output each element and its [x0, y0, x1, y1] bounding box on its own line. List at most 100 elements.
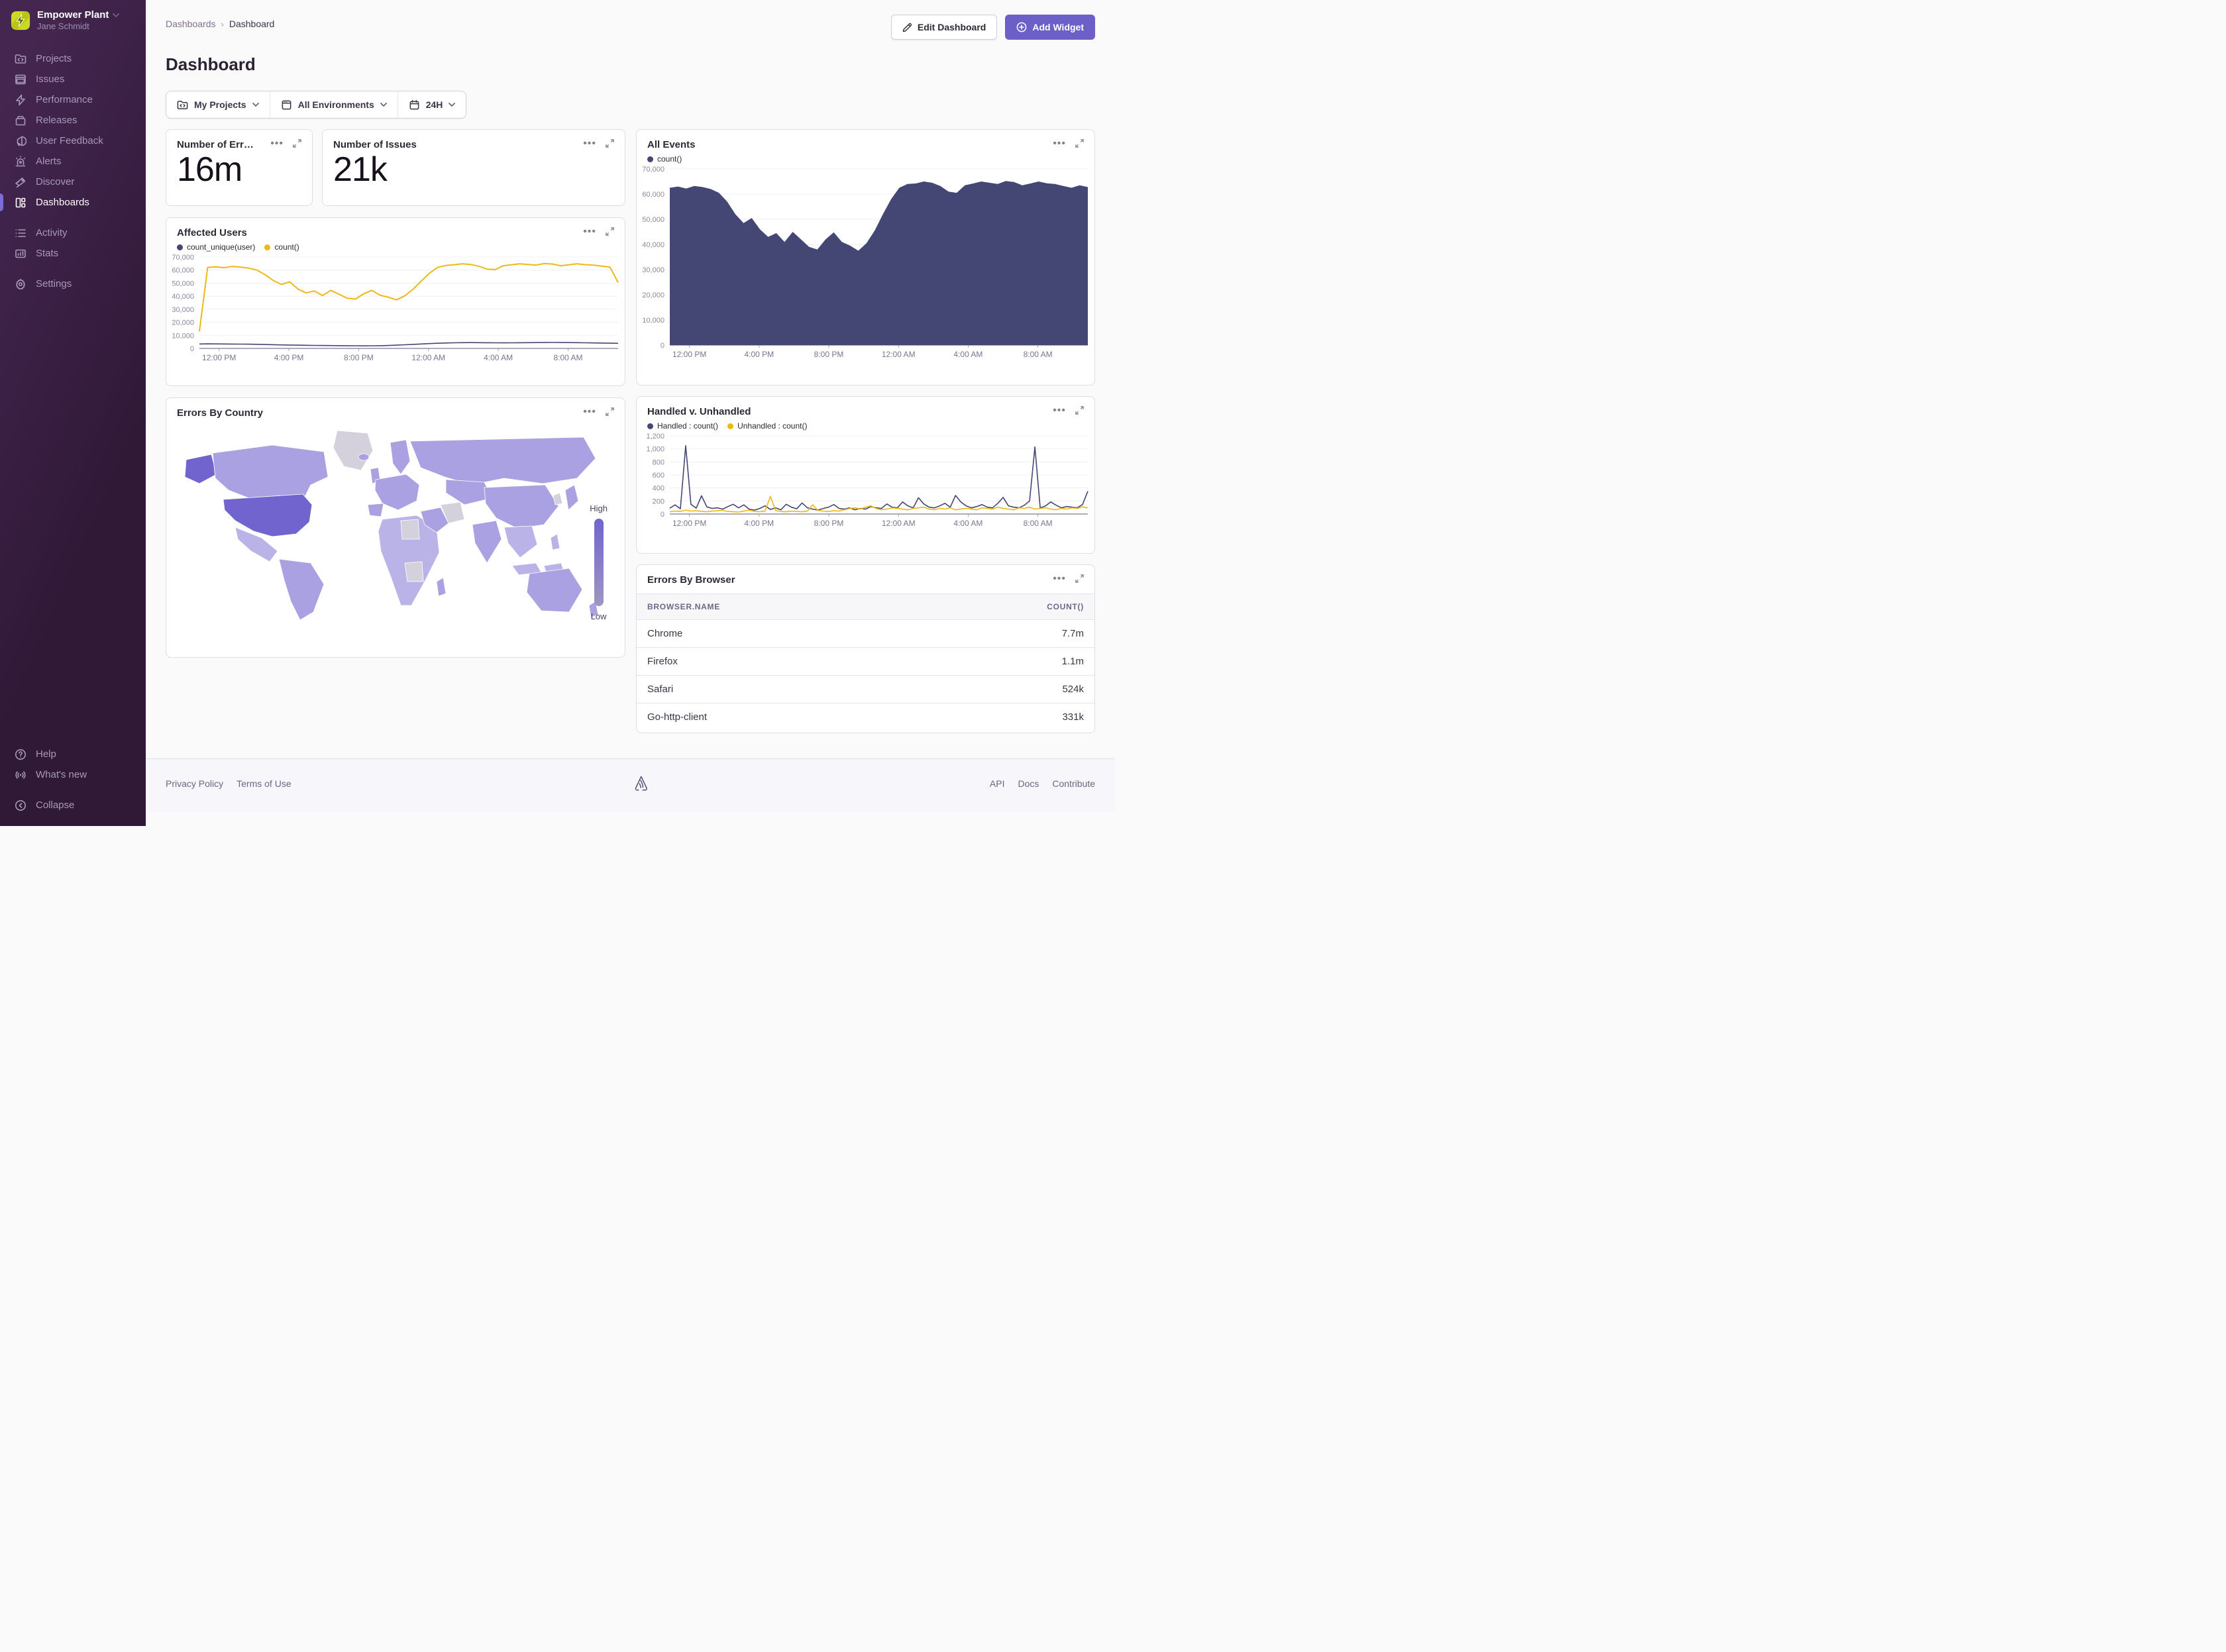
widget-number-of-issues: Number of Issues ••• 21k: [322, 129, 625, 206]
svg-text:12:00 AM: 12:00 AM: [411, 353, 445, 362]
expand-icon[interactable]: [606, 407, 614, 416]
all-events-chart[interactable]: 010,00020,00030,00040,00050,00060,00070,…: [637, 164, 1094, 362]
sidebar-item-performance[interactable]: Performance: [0, 89, 146, 110]
table-row[interactable]: Firefox1.1m: [637, 648, 1094, 676]
sidebar-item-label: Performance: [36, 94, 93, 105]
docs-link[interactable]: Docs: [1018, 778, 1039, 789]
sidebar-item-issues[interactable]: Issues: [0, 69, 146, 89]
app-root: Empower Plant Jane Schmidt Projects Issu…: [0, 0, 1113, 826]
handled-unhandled-chart[interactable]: 02004006008001,0001,20012:00 PM4:00 PM8:…: [637, 431, 1094, 531]
widget-title: Number of Err…: [177, 139, 254, 150]
widget-menu-button[interactable]: •••: [1053, 576, 1066, 582]
sidebar-item-activity[interactable]: Activity: [0, 223, 146, 243]
browser-name-cell: Safari: [637, 676, 920, 703]
chevron-down-icon: [380, 103, 387, 107]
breadcrumb-dashboards-link[interactable]: Dashboards: [166, 19, 216, 29]
widget-menu-button[interactable]: •••: [1053, 140, 1066, 147]
project-filter[interactable]: My Projects: [166, 91, 270, 118]
widget-all-events: All Events ••• count() 010,00020,00030,0…: [636, 129, 1095, 386]
sidebar-item-user-feedback[interactable]: User Feedback: [0, 130, 146, 151]
widget-menu-button[interactable]: •••: [583, 140, 596, 147]
sidebar-item-label: Help: [36, 749, 56, 760]
sidebar-item-stats[interactable]: Stats: [0, 243, 146, 264]
expand-icon[interactable]: [606, 227, 614, 236]
sidebar-item-label: Dashboards: [36, 197, 89, 208]
svg-text:20,000: 20,000: [172, 319, 194, 327]
svg-text:8:00 AM: 8:00 AM: [553, 353, 582, 362]
sidebar-item-discover[interactable]: Discover: [0, 172, 146, 192]
sentry-logo-icon: [632, 775, 649, 792]
gear-icon: [15, 278, 26, 290]
sidebar-item-dashboards[interactable]: Dashboards: [0, 192, 146, 213]
plus-circle-icon: [1016, 22, 1027, 32]
expand-icon[interactable]: [293, 139, 301, 148]
affected-users-chart[interactable]: 010,00020,00030,00040,00050,00060,00070,…: [166, 252, 625, 366]
widget-menu-button[interactable]: •••: [270, 140, 284, 147]
contribute-link[interactable]: Contribute: [1052, 778, 1095, 789]
activity-icon: [15, 227, 26, 239]
edit-dashboard-label: Edit Dashboard: [918, 22, 986, 32]
sidebar-item-label: Settings: [36, 278, 72, 289]
svg-text:10,000: 10,000: [172, 332, 194, 340]
collapse-icon: [15, 800, 26, 811]
widget-menu-button[interactable]: •••: [583, 409, 596, 415]
terms-of-use-link[interactable]: Terms of Use: [237, 778, 291, 789]
column-header-browser-name[interactable]: BROWSER.NAME: [637, 594, 920, 620]
chart-legend: count_unique(user) count(): [166, 238, 625, 252]
edit-dashboard-button[interactable]: Edit Dashboard: [891, 15, 997, 40]
expand-icon[interactable]: [1075, 139, 1084, 148]
svg-text:0: 0: [190, 345, 194, 353]
widget-title: Errors By Country: [177, 407, 263, 419]
table-row[interactable]: Chrome7.7m: [637, 620, 1094, 648]
sidebar-item-projects[interactable]: Projects: [0, 48, 146, 69]
legend-dot: [727, 423, 733, 429]
sidebar-item-releases[interactable]: Releases: [0, 110, 146, 130]
privacy-policy-link[interactable]: Privacy Policy: [166, 778, 223, 789]
broadcast-icon: [15, 769, 26, 781]
svg-text:8:00 AM: 8:00 AM: [1024, 350, 1053, 359]
legend-label: Unhandled : count(): [737, 421, 807, 431]
org-name: Empower Plant: [37, 9, 109, 21]
widget-menu-button[interactable]: •••: [1053, 407, 1066, 414]
column-header-count[interactable]: COUNT(): [920, 594, 1094, 620]
widget-handled-unhandled: Handled v. Unhandled ••• Handled : count…: [636, 396, 1095, 554]
sidebar-item-label: Discover: [36, 176, 74, 187]
add-widget-button[interactable]: Add Widget: [1005, 15, 1095, 40]
sidebar-collapse-button[interactable]: Collapse: [0, 795, 146, 815]
svg-text:40,000: 40,000: [642, 241, 664, 249]
legend-label: count(): [657, 154, 682, 164]
table-row[interactable]: Go-http-client331k: [637, 703, 1094, 731]
widget-menu-button[interactable]: •••: [583, 229, 596, 235]
svg-text:12:00 PM: 12:00 PM: [672, 350, 706, 359]
environment-filter[interactable]: All Environments: [270, 91, 398, 118]
svg-text:1,200: 1,200: [646, 433, 664, 440]
widget-title: Errors By Browser: [647, 574, 735, 586]
expand-icon[interactable]: [606, 139, 614, 148]
table-row[interactable]: Safari524k: [637, 676, 1094, 703]
svg-text:12:00 PM: 12:00 PM: [672, 519, 706, 528]
expand-icon[interactable]: [1075, 574, 1084, 583]
help-icon: [15, 749, 26, 760]
stats-icon: [15, 248, 26, 260]
sidebar-item-alerts[interactable]: Alerts: [0, 151, 146, 172]
org-logo-icon: [11, 11, 30, 30]
active-indicator: [0, 193, 3, 211]
sidebar-item-whats-new[interactable]: What's new: [0, 764, 146, 785]
sidebar-item-settings[interactable]: Settings: [0, 274, 146, 294]
widget-errors-by-browser: Errors By Browser ••• BROWSER.NAME COUNT…: [636, 564, 1095, 733]
discover-icon: [15, 176, 26, 188]
svg-text:800: 800: [653, 458, 664, 466]
world-map[interactable]: High Low: [166, 419, 625, 638]
api-link[interactable]: API: [990, 778, 1005, 789]
time-range-filter[interactable]: 24H: [398, 91, 466, 118]
sidebar-nav-bottom: Help What's new Collapse: [0, 744, 146, 815]
svg-text:30,000: 30,000: [172, 306, 194, 314]
browser-name-cell: Chrome: [637, 620, 920, 648]
org-switcher[interactable]: Empower Plant Jane Schmidt: [0, 9, 146, 35]
sidebar-item-label: Projects: [36, 53, 72, 64]
sidebar-item-help[interactable]: Help: [0, 744, 146, 764]
footer: Privacy Policy Terms of Use API Docs Con…: [146, 758, 1115, 812]
expand-icon[interactable]: [1075, 406, 1084, 415]
legend-dot: [177, 244, 183, 250]
chart-legend: count(): [637, 150, 1094, 164]
